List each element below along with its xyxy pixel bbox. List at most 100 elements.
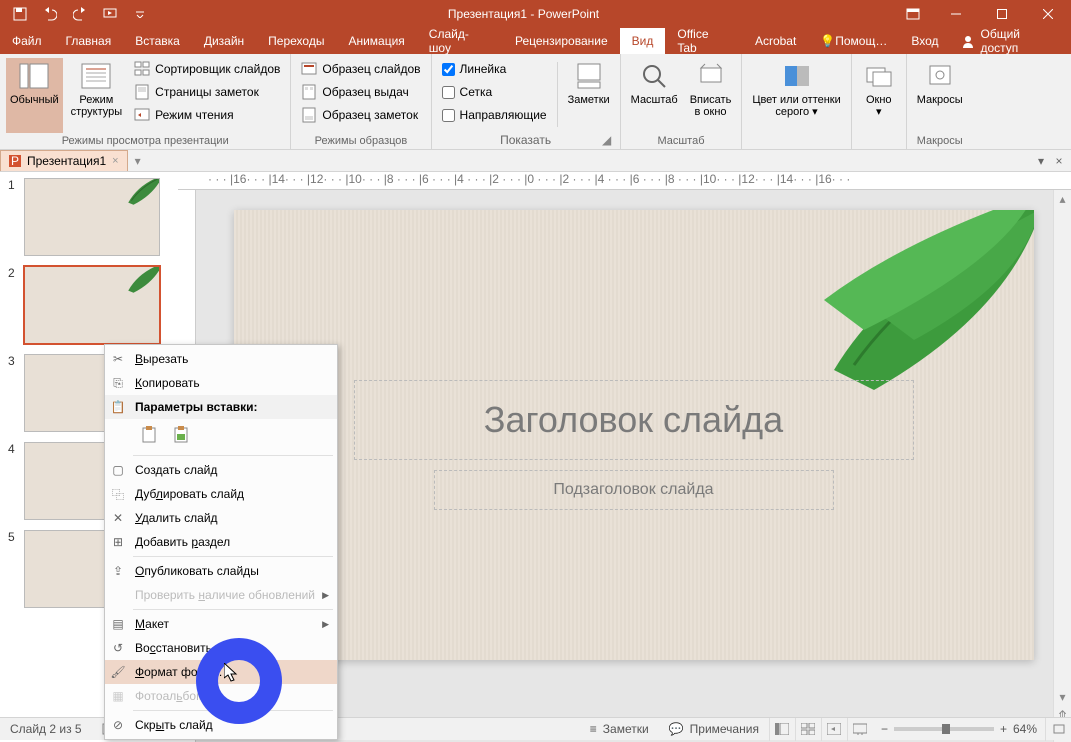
normal-view-status-button[interactable] (769, 718, 795, 741)
ctx-copy[interactable]: ⎘Копировать (105, 371, 337, 395)
zoom-percent[interactable]: 64% (1013, 722, 1037, 736)
ctx-publish-slides[interactable]: ⇪Опубликовать слайды (105, 559, 337, 583)
horizontal-ruler[interactable]: · · · |16· · · |14· · · |12· · · |10· · … (178, 172, 1071, 190)
share-button[interactable]: Общий доступ (951, 28, 1071, 54)
scroll-up-icon[interactable]: ▴ (1054, 190, 1071, 208)
thumbnail[interactable] (24, 266, 160, 344)
handout-master-icon (301, 84, 317, 100)
chevron-right-icon: ▶ (322, 619, 329, 630)
window-button[interactable]: Окно▾ (858, 58, 900, 133)
scroll-down-icon[interactable]: ▾ (1054, 688, 1071, 706)
ctx-hide-slide[interactable]: ⊘Скрыть слайд (105, 713, 337, 737)
zoom-button[interactable]: Масштаб (627, 58, 682, 133)
tab-animations[interactable]: Анимация (336, 28, 416, 54)
show-launcher-icon[interactable]: ◢ (600, 133, 614, 147)
notes-button[interactable]: Заметки (564, 58, 614, 131)
tab-view[interactable]: Вид (620, 28, 666, 54)
start-from-beginning-button[interactable] (96, 2, 124, 26)
redo-button[interactable] (66, 2, 94, 26)
reading-view-button[interactable]: Режим чтения (130, 104, 284, 126)
zoom-in-button[interactable]: + (1000, 722, 1007, 736)
tab-dropdown-button[interactable]: ▾ (1033, 153, 1049, 169)
zoom-control: − + 64% (873, 722, 1045, 736)
tab-transitions[interactable]: Переходы (256, 28, 336, 54)
macros-button[interactable]: Макросы (913, 58, 967, 133)
comments-label: Примечания (690, 722, 759, 736)
ctx-add-section[interactable]: ⊞Добавить раздел (105, 530, 337, 554)
group-master-views: Образец слайдов Образец выдач Образец за… (291, 54, 431, 149)
ctx-layout[interactable]: ▤Макет▶ (105, 612, 337, 636)
paste-use-destination-theme[interactable] (135, 421, 163, 449)
ribbon-display-options-button[interactable] (893, 0, 933, 28)
signin-button[interactable]: Вход (899, 28, 950, 54)
document-tab-close[interactable]: × (112, 155, 118, 167)
ctx-new-slide[interactable]: ▢Создать слайд (105, 458, 337, 482)
tab-design[interactable]: Дизайн (192, 28, 256, 54)
guides-label: Направляющие (460, 108, 547, 122)
sorter-view-status-button[interactable] (795, 718, 821, 741)
document-tab[interactable]: P Презентация1 × (0, 150, 128, 171)
maximize-button[interactable] (979, 0, 1025, 28)
thumbnail[interactable] (24, 178, 160, 256)
comments-button[interactable]: 💬 Примечания (659, 718, 769, 740)
notes-toggle-button[interactable]: ≡ Заметки (580, 718, 659, 740)
ctx-paste-options-header: 📋Параметры вставки: (105, 395, 337, 419)
thumbnail-row[interactable]: 2 (2, 266, 176, 344)
undo-button[interactable] (36, 2, 64, 26)
copy-icon: ⎘ (109, 374, 127, 392)
tell-me-button[interactable]: 💡 Помощ… (808, 28, 899, 54)
minimize-button[interactable] (933, 0, 979, 28)
slide-sorter-label: Сортировщик слайдов (155, 62, 280, 76)
slide-sorter-button[interactable]: Сортировщик слайдов (130, 58, 284, 80)
cut-icon: ✂ (109, 350, 127, 368)
tab-officetab[interactable]: Office Tab (665, 28, 743, 54)
tab-acrobat[interactable]: Acrobat (743, 28, 808, 54)
fit-to-window-status-button[interactable] (1045, 718, 1071, 741)
close-button[interactable] (1025, 0, 1071, 28)
notes-page-button[interactable]: Страницы заметок (130, 81, 284, 103)
ctx-cut[interactable]: ✂Вырезать (105, 347, 337, 371)
fit-to-window-button[interactable]: Вписатьв окно (686, 58, 736, 133)
vertical-scrollbar[interactable]: ▴ ▾ ⤊ ⤋ (1053, 190, 1071, 742)
notes-master-button[interactable]: Образец заметок (297, 104, 424, 126)
qat-customize-button[interactable] (126, 2, 154, 26)
slide[interactable]: Заголовок слайда Подзаголовок слайда (234, 210, 1034, 660)
thumbnail-row[interactable]: 1 (2, 178, 176, 256)
thumbnail-number: 2 (8, 266, 16, 344)
window-title: Презентация1 - PowerPoint (154, 7, 893, 21)
zoom-out-button[interactable]: − (881, 722, 888, 736)
reset-icon: ↺ (109, 639, 127, 657)
gridlines-checkbox[interactable]: Сетка (438, 81, 551, 103)
subtitle-placeholder[interactable]: Подзаголовок слайда (434, 470, 834, 510)
zoom-slider[interactable] (894, 727, 994, 731)
paste-keep-source-formatting[interactable] (167, 421, 195, 449)
group-show: Линейка Сетка Направляющие Заметки Показ… (432, 54, 621, 149)
tab-insert[interactable]: Вставка (123, 28, 192, 54)
save-button[interactable] (6, 2, 34, 26)
close-all-button[interactable]: × (1051, 153, 1067, 169)
handout-master-button[interactable]: Образец выдач (297, 81, 424, 103)
outline-view-button[interactable]: Режимструктуры (67, 58, 127, 133)
ctx-delete-slide[interactable]: ✕Удалить слайд (105, 506, 337, 530)
delete-icon: ✕ (109, 509, 127, 527)
color-grayscale-button[interactable]: Цвет или оттенкисерого ▾ (748, 58, 844, 133)
guides-checkbox[interactable]: Направляющие (438, 104, 551, 126)
group-presentation-views: Обычный Режимструктуры Сортировщик слайд… (0, 54, 291, 149)
reading-view-status-button[interactable] (821, 718, 847, 741)
slideshow-status-button[interactable] (847, 718, 873, 741)
tab-slideshow[interactable]: Слайд-шоу (417, 28, 503, 54)
tab-review[interactable]: Рецензирование (503, 28, 620, 54)
normal-view-button[interactable]: Обычный (6, 58, 63, 133)
new-tab-button[interactable]: ▾ (128, 150, 148, 171)
tab-file[interactable]: Файл (0, 28, 54, 54)
tab-home[interactable]: Главная (54, 28, 124, 54)
ctx-duplicate-slide[interactable]: ⿻Дублировать слайд (105, 482, 337, 506)
slide-counter[interactable]: Слайд 2 из 5 (0, 718, 92, 740)
title-placeholder[interactable]: Заголовок слайда (354, 380, 914, 460)
document-tab-label: Презентация1 (27, 154, 106, 168)
title-bar: Презентация1 - PowerPoint (0, 0, 1071, 28)
ctx-reset-slide[interactable]: ↺Восстановить слайд (105, 636, 337, 660)
ctx-format-background[interactable]: 🖌Формат фона… (105, 660, 337, 684)
slide-master-button[interactable]: Образец слайдов (297, 58, 424, 80)
ruler-checkbox[interactable]: Линейка (438, 58, 551, 80)
